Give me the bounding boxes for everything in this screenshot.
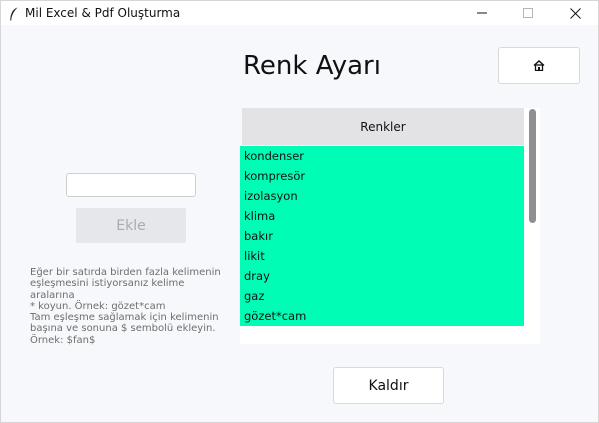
- list-item[interactable]: kondenser: [240, 146, 524, 166]
- close-button[interactable]: [552, 1, 598, 25]
- window-title: Mil Excel & Pdf Oluşturma: [25, 6, 181, 20]
- close-icon: [569, 7, 581, 19]
- scrollbar-thumb[interactable]: [529, 109, 536, 223]
- list-item[interactable]: gaz: [240, 286, 524, 306]
- word-input[interactable]: [66, 173, 196, 197]
- maximize-button[interactable]: [505, 1, 551, 25]
- list-item[interactable]: kompresör: [240, 166, 524, 186]
- list-item[interactable]: izolasyon: [240, 186, 524, 206]
- home-button[interactable]: [498, 47, 580, 84]
- list-item[interactable]: likit: [240, 246, 524, 266]
- list-item[interactable]: bakır: [240, 226, 524, 246]
- list-item[interactable]: klima: [240, 206, 524, 226]
- list-empty-area: [240, 326, 524, 344]
- help-text: Eğer bir satırda birden fazla kelimenin …: [30, 267, 221, 346]
- color-list: kondenser kompresör izolasyon klima bakır lik…: [240, 146, 524, 326]
- list-item[interactable]: dray: [240, 266, 524, 286]
- maximize-icon: [523, 8, 533, 18]
- app-window: Mil Excel & Pdf Oluşturma Renk Ayarı Ekl…: [0, 0, 599, 423]
- remove-button[interactable]: Kaldır: [333, 367, 444, 404]
- minimize-icon: [477, 12, 487, 14]
- minimize-button[interactable]: [459, 1, 505, 25]
- title-bar: Mil Excel & Pdf Oluşturma: [1, 1, 598, 25]
- feather-icon: [9, 6, 19, 21]
- home-icon: [533, 60, 545, 71]
- page-title: Renk Ayarı: [243, 51, 381, 81]
- add-button[interactable]: Ekle: [76, 208, 186, 243]
- list-header: Renkler: [242, 108, 524, 145]
- list-item[interactable]: gözet*cam: [240, 306, 524, 326]
